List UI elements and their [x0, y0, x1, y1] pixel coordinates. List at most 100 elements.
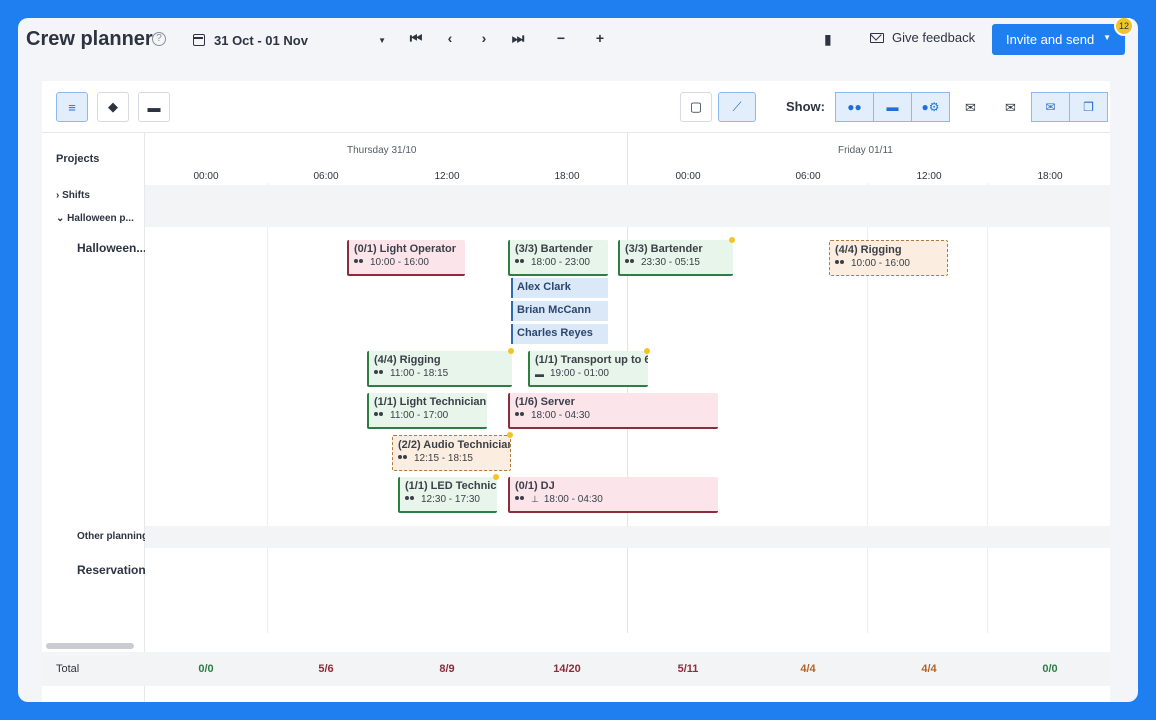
group-band-other [42, 526, 1110, 548]
shift-card[interactable]: (1/1) Transport up to 6 ▬ 19:00 - 01:00 [528, 351, 648, 387]
next-button[interactable]: › [474, 30, 494, 46]
shift-card[interactable]: (0/1) DJ ⊥ 18:00 - 04:30 [508, 477, 718, 513]
people-icon [354, 259, 364, 266]
timeline-grid: Projects › Shifts ⌄ Halloween p... Hallo… [42, 133, 1110, 702]
hour-label: 00:00 [193, 171, 219, 182]
give-feedback-button[interactable]: Give feedback [870, 30, 975, 45]
status-dot [644, 348, 650, 354]
toolbar: ≡ ◆ ▬ ▢ ⟋ Show: ●● ▬ ●⚙ ✉ ✉ ✉ ❐ [42, 81, 1110, 133]
envelope-icon [870, 32, 884, 43]
total-value: 0/0 [1042, 663, 1058, 675]
shift-time: 18:00 - 04:30 [531, 410, 590, 421]
shift-title: (1/1) Transport up to 6 [535, 354, 648, 366]
grid-line [987, 183, 988, 633]
shift-card[interactable]: (4/4) Rigging 11:00 - 18:15 [367, 351, 512, 387]
halloween-group-row[interactable]: ⌄ Halloween p... [56, 213, 144, 224]
invite-and-send-button[interactable]: Invite and send ▼ [992, 24, 1125, 55]
mail-clock-icon[interactable]: ✉ [1005, 100, 1016, 116]
prev-button[interactable]: ‹ [440, 30, 460, 46]
status-dot [729, 237, 735, 243]
map-icon[interactable]: ▮ [824, 31, 832, 48]
shift-time: 19:00 - 01:00 [550, 368, 609, 379]
halloween-group-label: Halloween p... [67, 213, 134, 224]
shift-time: 11:00 - 17:00 [390, 410, 449, 421]
fullscreen-icon[interactable]: ▢ [680, 92, 712, 122]
assigned-person[interactable]: Charles Reyes [511, 324, 608, 344]
planner-panel: ≡ ◆ ▬ ▢ ⟋ Show: ●● ▬ ●⚙ ✉ ✉ ✉ ❐ Projects… [42, 81, 1110, 702]
people-icon [625, 259, 635, 266]
total-value: 5/11 [677, 663, 699, 675]
mail-open-icon[interactable]: ✉ [1031, 92, 1070, 122]
chevron-down-icon: ▼ [378, 35, 386, 45]
hour-label: 06:00 [795, 171, 821, 182]
calendar-icon [193, 34, 205, 46]
truck-icon: ▬ [535, 368, 544, 379]
assigned-person[interactable]: Alex Clark [511, 278, 608, 298]
horizontal-scrollbar[interactable] [46, 643, 134, 649]
shift-card[interactable]: (4/4) Rigging 10:00 - 16:00 [829, 240, 948, 276]
shift-card[interactable]: (0/1) Light Operator 10:00 - 16:00 [347, 240, 465, 276]
invite-label: Invite and send [1006, 32, 1095, 47]
shift-title: (0/1) Light Operator [354, 243, 457, 255]
shift-card[interactable]: (1/6) Server 18:00 - 04:30 [508, 393, 718, 429]
hour-label: 18:00 [554, 171, 580, 182]
pin-icon: ⊥ [531, 494, 539, 504]
zoom-in-button[interactable]: + [590, 30, 610, 46]
shift-title: (1/6) Server [515, 396, 575, 408]
total-value: 4/4 [800, 663, 816, 675]
people-icon [835, 260, 845, 267]
total-value: 14/20 [553, 663, 581, 675]
copy-icon[interactable]: ❐ [1069, 92, 1108, 122]
zoom-out-button[interactable]: − [551, 30, 571, 46]
grid-line [267, 183, 268, 633]
show-label: Show: [786, 99, 825, 114]
shift-title: (1/1) LED Technician [405, 480, 497, 492]
shift-card[interactable]: (1/1) Light Technician 11:00 - 17:00 [367, 393, 487, 429]
totals-row: Total 0/0 5/6 8/9 14/20 5/11 4/4 4/4 0/0 [42, 652, 1110, 686]
hour-label: 18:00 [1037, 171, 1063, 182]
total-label: Total [56, 663, 80, 675]
shift-title: (0/1) DJ [515, 480, 555, 492]
people-icon[interactable]: ●● [835, 92, 874, 122]
notification-badge: 12 [1114, 18, 1134, 36]
shift-time: 10:00 - 16:00 [851, 258, 910, 269]
truck-icon[interactable]: ▬ [873, 92, 912, 122]
shifts-label: Shifts [62, 190, 90, 201]
shift-card[interactable]: (1/1) LED Technician 12:30 - 17:30 [398, 477, 497, 513]
help-icon[interactable]: ? [152, 32, 166, 46]
mail-check-icon[interactable]: ✉ [965, 100, 976, 116]
people-icon [374, 412, 384, 419]
total-value: 5/6 [318, 663, 334, 675]
date-range-select[interactable]: 31 Oct - 01 Nov ▼ [188, 28, 386, 52]
projects-column: Projects › Shifts ⌄ Halloween p... Hallo… [42, 133, 145, 702]
people-icon [374, 370, 384, 377]
trend-icon[interactable]: ⟋ [718, 92, 756, 122]
filter-icon[interactable]: ≡ [56, 92, 88, 122]
shift-title: (3/3) Bartender [515, 243, 593, 255]
chevron-down-icon[interactable]: ▼ [1103, 33, 1111, 42]
assigned-person[interactable]: Brian McCann [511, 301, 608, 321]
status-dot [508, 348, 514, 354]
shift-time: 12:15 - 18:15 [414, 453, 473, 464]
last-page-button[interactable]: ⏭ [508, 30, 528, 47]
hour-label: 00:00 [675, 171, 701, 182]
people-icon [515, 259, 525, 266]
shift-time: 18:00 - 04:30 [543, 494, 603, 505]
tag-icon[interactable]: ◆ [97, 92, 129, 122]
halloween-project-label[interactable]: Halloween... [77, 241, 145, 255]
shift-card[interactable]: (3/3) Bartender 23:30 - 05:15 [618, 240, 733, 276]
shift-card[interactable]: (3/3) Bartender 18:00 - 23:00 [508, 240, 608, 276]
shift-card[interactable]: (2/2) Audio Technician 12:15 - 18:15 [392, 435, 511, 471]
show-segment-mail: ✉ ❐ [1031, 92, 1108, 122]
reservations-label[interactable]: Reservations [77, 563, 145, 577]
other-planning-label[interactable]: Other planning [77, 531, 145, 542]
shift-title: (1/1) Light Technician [374, 396, 487, 408]
shifts-row[interactable]: › Shifts [56, 190, 90, 201]
day-header-1: Thursday 31/10 [347, 145, 417, 156]
people-settings-icon[interactable]: ●⚙ [911, 92, 950, 122]
feedback-label: Give feedback [892, 30, 976, 45]
group-band-shifts [42, 185, 1110, 227]
folder-check-icon[interactable]: ▬ [138, 92, 170, 122]
first-page-button[interactable]: ⏮ [406, 30, 426, 47]
page-title: Crew planner [26, 28, 153, 50]
